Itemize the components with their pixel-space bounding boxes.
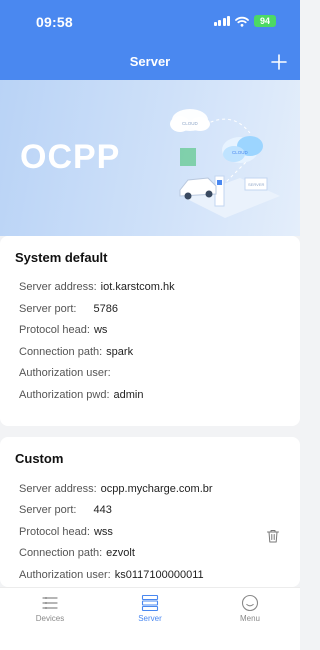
tab-devices[interactable]: Devices [0,588,100,650]
field-label: Authorization user: [19,569,111,581]
tab-server[interactable]: Server [100,588,200,650]
field-value: ks0117100000011 [114,569,204,581]
server-label: SERVER [248,182,264,187]
field-value: ocpp.mycharge.com.br [100,483,213,495]
wifi-icon [235,16,249,27]
field-label: Protocol head: [19,324,90,336]
cloud-label-1: CLOUD [182,121,199,126]
custom-title: Custom [15,451,64,466]
add-server-button[interactable] [268,51,290,73]
protocol-head-row: Protocol head: wss [19,526,113,538]
field-value: spark [106,346,134,358]
status-bar: 09:58 94 [0,0,300,44]
field-label: Connection path: [19,346,103,358]
authorization-user-row: Authorization user: ks0117100000011 [19,569,204,581]
server-address-row: Server address: iot.karstcom.hk [19,281,175,293]
custom-server-card[interactable]: Custom Server address: ocpp.mycharge.com… [0,437,300,587]
field-value: 443 [93,504,112,516]
tab-label: Server [138,614,162,623]
field-value: ezvolt [106,547,135,559]
system-default-title: System default [15,250,108,265]
tab-menu[interactable]: Menu [200,588,300,650]
page-title: Server [129,54,171,69]
field-value: iot.karstcom.hk [100,281,175,293]
field-label: Protocol head: [19,526,90,538]
authorization-pwd-row: Authorization pwd: admin [19,389,143,401]
field-label: Connection path: [19,547,103,559]
tab-label: Devices [35,614,65,623]
field-label: Server port: [19,303,77,315]
server-icon: SERVER [244,177,268,191]
battery-icon: 94 [254,15,276,27]
ocpp-illustration: CLOUD CLOUD SERVER [170,109,280,218]
field-value: 5786 [93,303,118,315]
cloud-label-2: CLOUD [232,150,249,155]
connection-path-row: Connection path: ezvolt [19,547,135,559]
field-value: admin [113,389,144,401]
protocol-head-row: Protocol head: ws [19,324,107,336]
signal-icon [213,16,230,26]
field-label: Server port: [19,504,77,516]
list-icon [42,597,58,609]
ocpp-banner: OCPP CLOUD CLOUD SERVER [0,80,300,236]
smiley-icon [241,594,259,612]
status-time: 09:58 [36,14,73,30]
trash-icon[interactable] [265,528,281,544]
banner-title: OCPP [20,138,121,176]
tab-label: Menu [239,614,260,623]
app-header: 09:58 94 Server [0,0,300,80]
field-value: wss [93,526,113,538]
field-label: Server address: [19,483,97,495]
authorization-user-row: Authorization user: [19,367,115,379]
field-label: Server address: [19,281,97,293]
status-icons: 94 [213,15,276,27]
cloud-icon: CLOUD [222,136,263,163]
cloud-icon: CLOUD [170,109,210,132]
field-label: Authorization user: [19,367,111,379]
bottom-tab-bar: Devices Server Menu [0,587,300,650]
server-port-row: Server port: 443 [19,504,112,516]
server-port-row: Server port: 5786 [19,303,118,315]
connection-path-row: Connection path: spark [19,346,133,358]
system-default-card[interactable]: System default Server address: iot.karst… [0,236,300,426]
field-value: ws [93,324,108,336]
server-address-row: Server address: ocpp.mycharge.com.br [19,483,213,495]
field-label: Authorization pwd: [19,389,110,401]
server-icon [141,594,159,612]
